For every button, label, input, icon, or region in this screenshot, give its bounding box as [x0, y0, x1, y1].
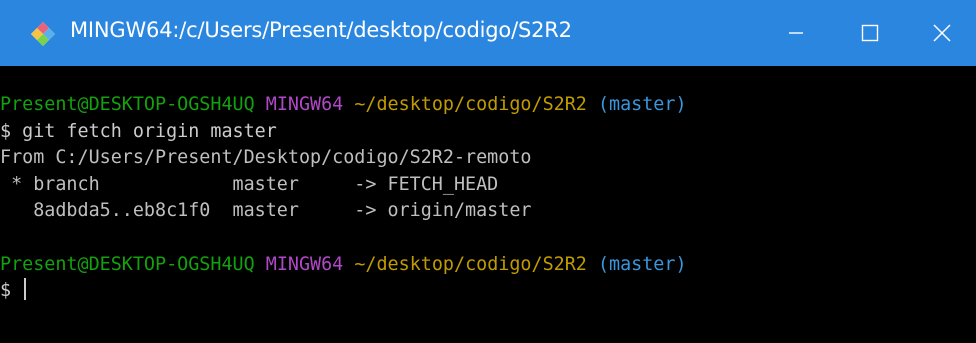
input-prompt: $ — [0, 280, 23, 302]
prompt-line: Present@DESKTOP-OGSH4UQ MINGW64 ~/deskto… — [0, 92, 976, 119]
output-line: From C:/Users/Present/Desktop/codigo/S2R… — [0, 147, 532, 169]
command-line: $ git fetch origin master — [0, 120, 277, 142]
prompt-shell: MINGW64 — [265, 94, 344, 115]
title-bar[interactable]: MINGW64:/c/Users/Present/desktop/codigo/… — [0, 0, 976, 66]
output-line: 8adbda5..eb8c1f0 master -> origin/master — [0, 200, 532, 222]
mingw-diamond-icon — [31, 22, 55, 46]
prompt-branch: (master) — [597, 94, 687, 115]
prompt-user-host: Present@DESKTOP-OGSH4UQ — [0, 253, 255, 275]
terminal-content[interactable]: Present@DESKTOP-OGSH4UQ MINGW64 ~/deskto… — [0, 66, 976, 343]
maximize-button[interactable] — [834, 0, 906, 66]
close-button[interactable] — [906, 0, 976, 66]
maximize-icon — [861, 24, 879, 42]
prompt-path: ~/desktop/codigo/S2R2 — [354, 253, 587, 275]
prompt-branch: (master) — [597, 253, 687, 275]
window-title: MINGW64:/c/Users/Present/desktop/codigo/… — [70, 18, 572, 42]
minimize-icon — [789, 32, 803, 34]
input-line[interactable]: $ — [0, 278, 976, 305]
prompt-shell: MINGW64 — [265, 253, 344, 275]
prompt-line: Present@DESKTOP-OGSH4UQ MINGW64 ~/deskto… — [0, 252, 976, 279]
minimize-button[interactable] — [760, 0, 832, 66]
output-line: * branch master -> FETCH_HEAD — [0, 173, 499, 195]
terminal-window: MINGW64:/c/Users/Present/desktop/codigo/… — [0, 0, 976, 343]
prompt-user-host: Present@DESKTOP-OGSH4UQ — [0, 94, 255, 115]
close-icon — [933, 24, 951, 42]
text-cursor — [24, 278, 27, 301]
prompt-path: ~/desktop/codigo/S2R2 — [354, 94, 587, 115]
